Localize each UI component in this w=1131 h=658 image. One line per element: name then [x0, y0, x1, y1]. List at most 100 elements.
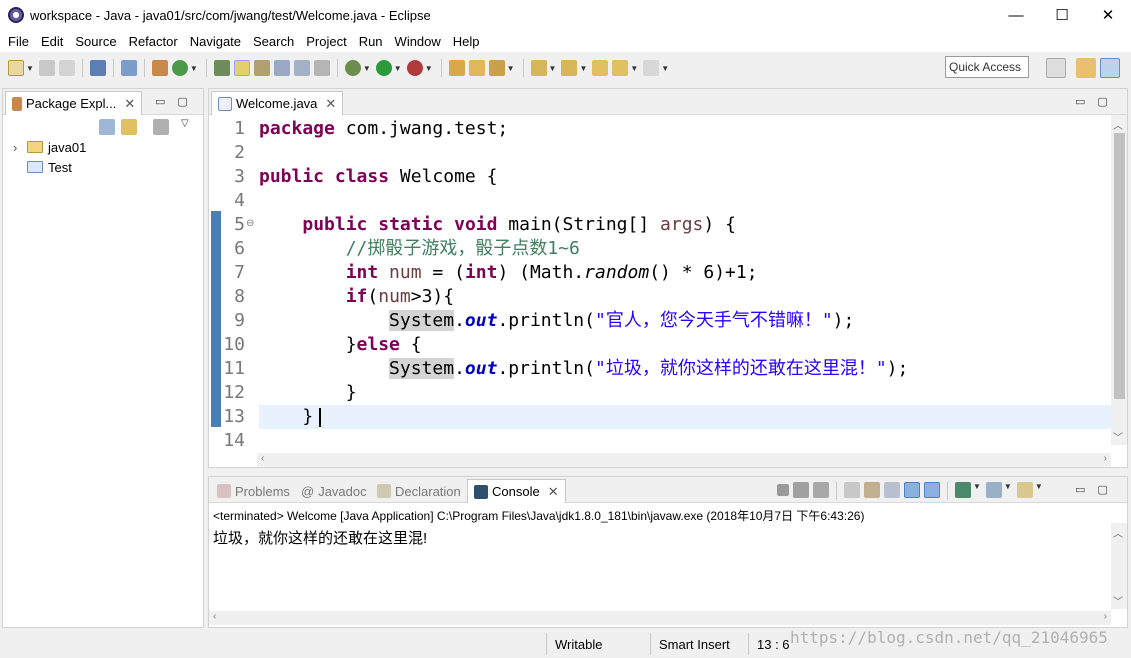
scroll-up-icon[interactable]: ︿ [1113, 117, 1123, 132]
new-class-dropdown-icon[interactable]: ▼ [190, 64, 198, 73]
tree-item-test[interactable]: Test [13, 157, 72, 177]
display-console-icon[interactable] [985, 482, 1002, 498]
new-java-class-icon[interactable] [171, 60, 188, 76]
back-dropdown-icon[interactable]: ▼ [630, 64, 638, 73]
quick-access-input[interactable]: Quick Access [945, 56, 1029, 78]
tab-problems[interactable]: Problems [211, 479, 296, 503]
close-icon[interactable]: ✕ [325, 96, 336, 112]
tab-package-explorer[interactable]: Package Expl... ✕ [5, 91, 143, 115]
view-menu-icon[interactable]: ▽ [181, 118, 189, 129]
menu-edit[interactable]: Edit [35, 34, 69, 49]
link-with-editor-icon[interactable] [121, 119, 137, 135]
tab-console[interactable]: Console ✕ [467, 479, 566, 503]
scroll-up-icon[interactable]: ︿ [1113, 525, 1123, 540]
tab-welcome-java[interactable]: Welcome.java ✕ [211, 91, 344, 115]
tab-declaration[interactable]: Declaration [371, 479, 467, 503]
mark-occurrences-icon[interactable] [233, 60, 250, 76]
last-edit-location-icon[interactable] [592, 60, 609, 76]
java-ee-perspective-icon[interactable] [1076, 58, 1096, 78]
java-perspective-icon[interactable] [1100, 58, 1120, 78]
maximize-button[interactable]: ☐ [1039, 0, 1085, 30]
pen-dropdown-icon[interactable]: ▼ [507, 64, 515, 73]
save-all-icon[interactable] [58, 60, 75, 76]
close-button[interactable]: ✕ [1085, 0, 1131, 30]
code-area[interactable]: package com.jwang.test; public class Wel… [259, 115, 1111, 445]
forward-arrow-icon[interactable] [643, 60, 660, 76]
fold-collapse-icon[interactable]: ⊖ [246, 218, 254, 229]
minimize-maximize-icons[interactable]: ▭▢ [1075, 483, 1120, 496]
menu-refactor[interactable]: Refactor [123, 34, 184, 49]
scroll-down-icon[interactable]: ﹀ [1113, 429, 1123, 444]
open-perspective-icon[interactable] [1046, 58, 1066, 78]
open-folder-icon[interactable] [468, 60, 485, 76]
console-horizontal-scrollbar[interactable]: ‹ › [209, 611, 1111, 625]
tree-item-java01[interactable]: › java01 [13, 137, 86, 157]
toggle-block-selection-icon[interactable] [253, 60, 270, 76]
open-console-icon[interactable] [1016, 482, 1033, 498]
code-editor[interactable]: 1 2 3 4 5 ⊖ 6 7 8 9 10 11 12 13 14 packa… [209, 115, 1127, 467]
forward-dropdown-icon[interactable]: ▼ [661, 64, 669, 73]
menu-window[interactable]: Window [389, 34, 447, 49]
word-wrap-icon[interactable] [884, 482, 900, 498]
new-java-package-icon[interactable] [151, 60, 168, 76]
console-output[interactable]: 垃圾，就你这样的还敢在这里混! [213, 527, 427, 548]
scroll-left-icon[interactable]: ‹ [261, 453, 264, 464]
menu-project[interactable]: Project [300, 34, 352, 49]
focus-icon[interactable] [153, 119, 169, 135]
minimize-maximize-icons[interactable]: ▭▢ [155, 95, 200, 108]
editor-vertical-scrollbar[interactable]: ︿ ﹀ [1111, 115, 1127, 445]
previous-annotation-icon[interactable] [561, 60, 578, 76]
external-tools-dropdown-icon[interactable]: ▼ [425, 64, 433, 73]
close-icon[interactable]: ✕ [548, 484, 559, 500]
back-arrow-icon[interactable] [612, 60, 629, 76]
show-paragraph-icon[interactable] [313, 60, 330, 76]
next-annotation-dropdown-icon[interactable]: ▼ [549, 64, 557, 73]
new-dropdown-icon[interactable]: ▼ [26, 64, 34, 73]
terminate-icon[interactable] [777, 484, 789, 496]
open-type-icon[interactable] [213, 60, 230, 76]
run-icon[interactable] [375, 60, 392, 76]
new-icon[interactable] [8, 60, 24, 76]
menu-navigate[interactable]: Navigate [184, 34, 247, 49]
console-vertical-scrollbar[interactable]: ︿ ﹀ [1111, 523, 1127, 609]
show-on-stdout-icon[interactable] [904, 482, 920, 498]
scroll-left-icon[interactable]: ‹ [213, 611, 216, 622]
debug-dropdown-icon[interactable]: ▼ [363, 64, 371, 73]
pen-icon[interactable] [488, 60, 505, 76]
tab-javadoc[interactable]: @ Javadoc [295, 479, 373, 503]
remove-launch-icon[interactable] [793, 482, 809, 498]
remove-all-launches-icon[interactable] [813, 482, 829, 498]
external-tools-icon[interactable] [406, 60, 423, 76]
minimize-button[interactable]: — [993, 0, 1039, 30]
save-icon[interactable] [38, 60, 55, 76]
editor-horizontal-scrollbar[interactable]: ‹ › [257, 453, 1111, 467]
scroll-thumb[interactable] [1114, 133, 1125, 399]
scroll-down-icon[interactable]: ﹀ [1113, 593, 1123, 608]
menu-file[interactable]: File [2, 34, 35, 49]
scroll-right-icon[interactable]: › [1104, 611, 1107, 622]
menu-source[interactable]: Source [69, 34, 122, 49]
collapse-all-icon[interactable] [99, 119, 115, 135]
menu-run[interactable]: Run [353, 34, 389, 49]
scroll-lock-icon[interactable] [864, 482, 880, 498]
open-project-icon[interactable] [448, 60, 465, 76]
menu-help[interactable]: Help [447, 34, 486, 49]
pin-dropdown-icon[interactable]: ▼ [973, 482, 981, 500]
minimize-maximize-icons[interactable]: ▭▢ [1075, 95, 1120, 108]
show-whitespace-icon[interactable] [273, 60, 290, 76]
pin-console-icon[interactable] [955, 482, 971, 498]
show-on-stderr-icon[interactable] [924, 482, 940, 498]
skip-breakpoints-icon[interactable] [120, 60, 137, 76]
scroll-right-icon[interactable]: › [1104, 453, 1107, 464]
display-dropdown-icon[interactable]: ▼ [1004, 482, 1012, 500]
word-wrap-icon[interactable] [293, 60, 310, 76]
debug-icon[interactable] [344, 60, 361, 76]
clear-console-icon[interactable] [844, 482, 860, 498]
terminal-icon[interactable] [89, 60, 106, 76]
next-annotation-icon[interactable] [530, 60, 547, 76]
open-console-dropdown-icon[interactable]: ▼ [1035, 482, 1043, 500]
previous-annotation-dropdown-icon[interactable]: ▼ [579, 64, 587, 73]
menu-search[interactable]: Search [247, 34, 300, 49]
run-dropdown-icon[interactable]: ▼ [394, 64, 402, 73]
close-icon[interactable]: ✕ [124, 96, 135, 112]
